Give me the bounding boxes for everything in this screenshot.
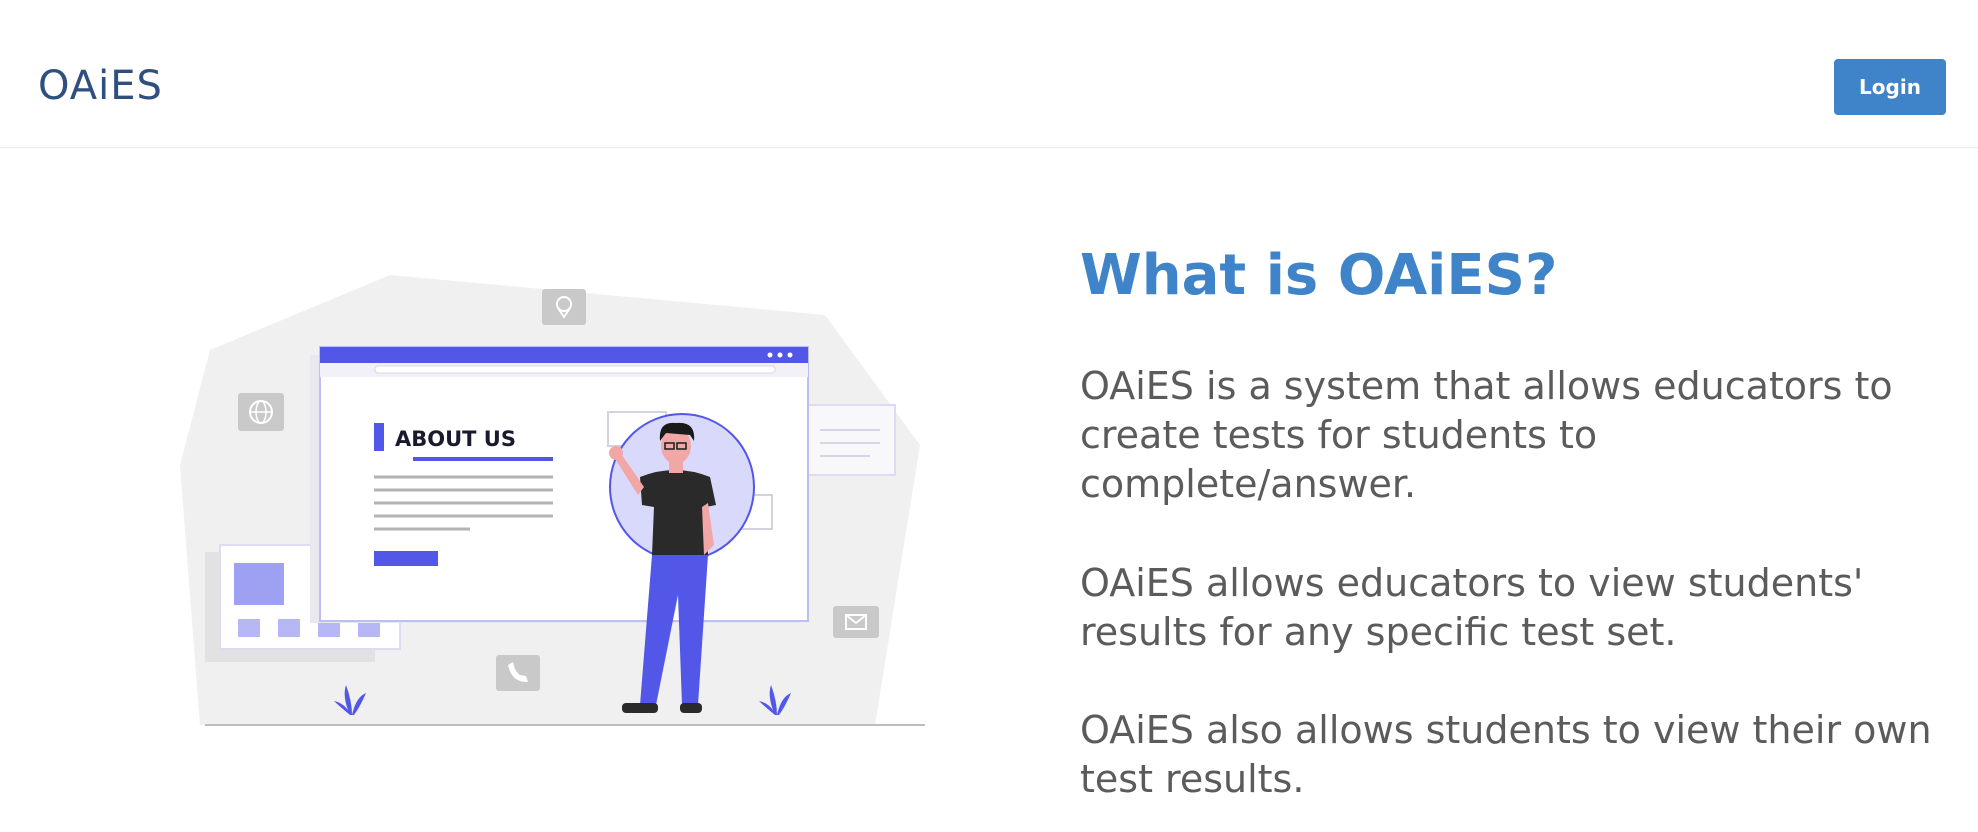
- intro-paragraph-1: OAiES is a system that allows educators …: [1080, 364, 1893, 506]
- intro-paragraph-2: OAiES allows educators to view students'…: [1080, 561, 1864, 654]
- back-card-right: [804, 404, 896, 476]
- location-pin-icon: [542, 289, 586, 325]
- page-title: What is OAiES?: [1080, 243, 1558, 308]
- about-us-illustration: ABOUT US: [180, 275, 925, 726]
- intro-paragraph-3: OAiES also allows students to view their…: [1080, 708, 1932, 801]
- about-us-heading: ABOUT US: [395, 427, 516, 451]
- phone-icon: [496, 655, 540, 691]
- login-button[interactable]: Login: [1834, 59, 1946, 115]
- top-navbar: OAiES Login: [0, 0, 1978, 148]
- mail-icon: [833, 606, 879, 638]
- brand-logo[interactable]: OAiES: [38, 62, 163, 110]
- globe-icon: [238, 393, 284, 431]
